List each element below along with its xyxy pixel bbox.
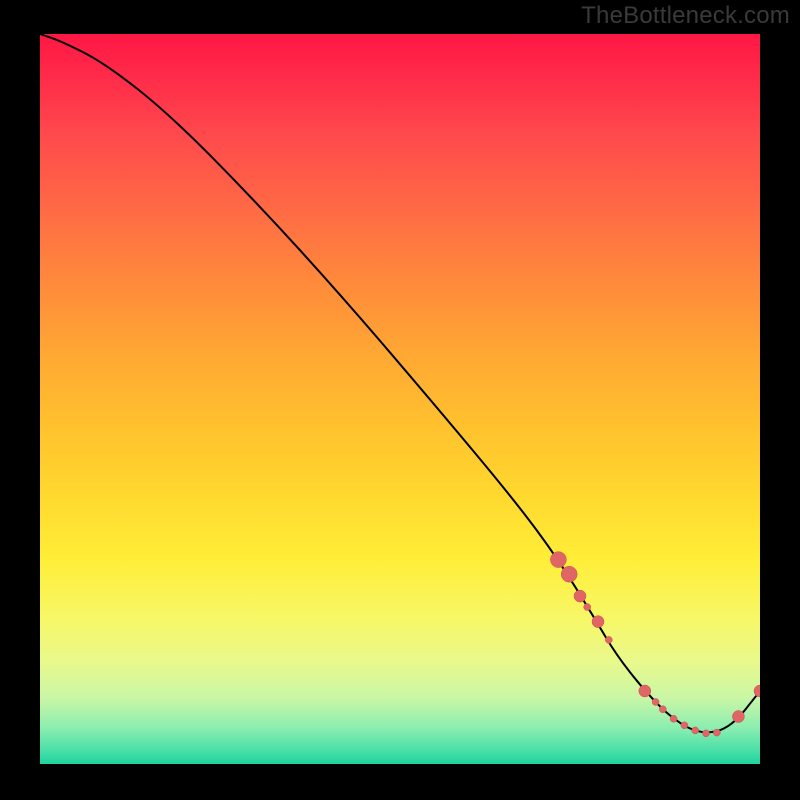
data-points [550,552,760,737]
data-point [584,604,591,611]
data-point [550,552,566,568]
data-point [605,636,612,643]
data-point [561,566,577,582]
watermark-text: TheBottleneck.com [581,2,790,30]
chart-svg [40,34,760,764]
plot-area [40,34,760,764]
chart-frame: TheBottleneck.com [0,0,800,800]
data-point [574,590,586,602]
data-point [692,727,699,734]
data-point [592,616,604,628]
data-point [659,706,666,713]
data-point [670,715,677,722]
data-point [639,685,651,697]
bottleneck-curve [40,34,760,732]
data-point [754,685,760,697]
data-point [681,722,688,729]
data-point [732,711,744,723]
data-point [713,729,720,736]
data-point [703,730,710,737]
data-point [652,698,659,705]
